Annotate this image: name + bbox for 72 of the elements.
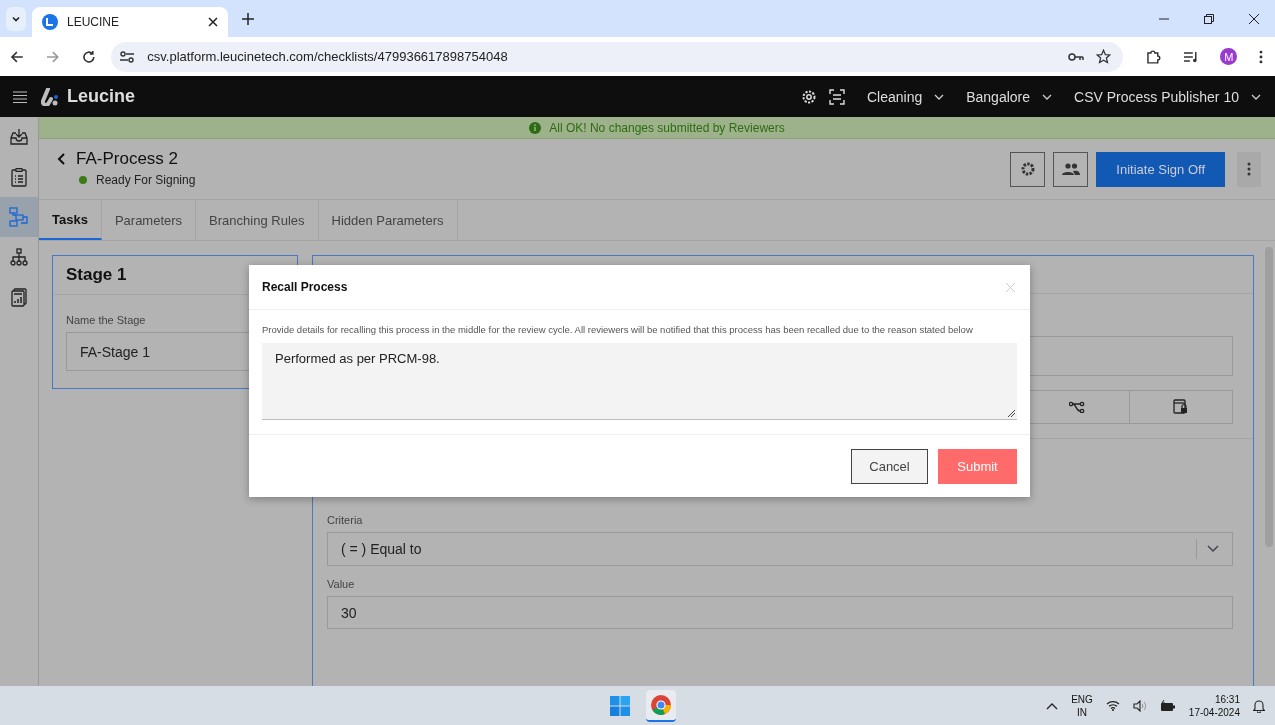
notification-bell-icon[interactable] — [1253, 698, 1265, 713]
field-label: Criteria — [327, 514, 364, 526]
browser-taskbar-button[interactable] — [646, 689, 676, 722]
forward-icon[interactable] — [45, 49, 60, 64]
initiate-sign-off-button[interactable]: Initiate Sign Off — [1096, 151, 1225, 187]
region-label[interactable]: IN — [1077, 705, 1087, 719]
chevron-down-icon — [1207, 545, 1219, 553]
cancel-button[interactable]: Cancel — [851, 448, 928, 484]
chevron-down-icon — [1042, 93, 1053, 100]
browser-icon — [650, 693, 672, 716]
criteria-dropdown[interactable]: ( = ) Equal to — [327, 532, 1233, 566]
selector-dropdown[interactable]: Cleaning — [866, 88, 945, 105]
browser-tab[interactable]: LEUCINE — [32, 7, 228, 37]
tab[interactable]: Branching Rules — [196, 200, 319, 240]
more-icon[interactable] — [1259, 49, 1263, 64]
users-icon — [1061, 163, 1080, 175]
back-icon[interactable] — [57, 153, 65, 165]
menu-icon[interactable] — [13, 90, 27, 103]
profile-avatar[interactable]: M — [1220, 48, 1238, 65]
restore-icon[interactable] — [1204, 14, 1214, 24]
users-button[interactable] — [1053, 151, 1089, 187]
resize-grip-icon[interactable] — [1007, 409, 1015, 417]
battery-icon[interactable] — [1159, 699, 1176, 712]
reason-textarea[interactable]: Performed as per PRCM-98. — [262, 343, 1017, 420]
chevron-down-icon — [934, 93, 945, 100]
settings-icon[interactable] — [800, 88, 817, 105]
reload-icon[interactable] — [81, 49, 96, 64]
checklist-icon[interactable] — [11, 167, 27, 187]
logo-icon — [41, 87, 61, 106]
clock-date[interactable]: 17-04-2024 — [1188, 705, 1240, 719]
more-icon — [1247, 162, 1251, 176]
locked-form-icon — [1173, 399, 1189, 415]
site-settings-icon[interactable] — [119, 49, 136, 64]
new-tab-icon[interactable] — [242, 13, 254, 25]
key-icon[interactable] — [1067, 51, 1084, 62]
star-icon[interactable] — [1095, 49, 1111, 64]
tab[interactable]: Hidden Parameters — [318, 200, 458, 240]
settings-button[interactable] — [1010, 151, 1046, 187]
wifi-icon[interactable] — [1105, 700, 1120, 711]
back-icon[interactable] — [10, 49, 24, 64]
language-label[interactable]: ENG — [1071, 692, 1093, 706]
puzzle-icon[interactable] — [1144, 48, 1161, 65]
info-icon — [529, 121, 542, 134]
inbox-icon[interactable] — [10, 128, 28, 146]
hierarchy-icon[interactable] — [10, 248, 28, 266]
chevron-up-icon[interactable] — [1046, 701, 1059, 710]
clock-time[interactable]: 16:31 — [1214, 692, 1240, 706]
field-label: Value — [327, 578, 356, 590]
status-label: Ready For Signing — [96, 173, 196, 187]
tab-list-icon[interactable] — [6, 7, 26, 31]
status-dot — [79, 176, 87, 184]
tab[interactable]: Tasks — [39, 200, 102, 240]
media-queue-icon[interactable] — [1182, 49, 1199, 64]
field-label: Name the Stage — [66, 314, 147, 326]
report-icon[interactable] — [11, 287, 27, 307]
site-logo-icon — [42, 14, 58, 30]
windows-start-icon[interactable] — [610, 695, 630, 716]
close-icon[interactable] — [208, 17, 218, 27]
selector-dropdown[interactable]: CSV Process Publisher 10 — [1074, 88, 1261, 105]
selector-dropdown[interactable]: Bangalore — [966, 88, 1053, 105]
tab[interactable]: Parameters — [101, 200, 197, 240]
brand-name: Leucine — [67, 86, 136, 107]
chevron-down-icon — [1251, 93, 1261, 100]
close-icon[interactable] — [1249, 14, 1259, 24]
scan-icon[interactable] — [828, 88, 845, 105]
settings-icon — [1019, 161, 1036, 177]
address-bar[interactable]: csv.platform.leucinetech.com/checklists/479936617898754048 — [111, 41, 1123, 72]
banner-message: All OK! No changes submitted by Reviewers — [549, 120, 785, 135]
branch-icon — [1069, 401, 1086, 413]
value-field[interactable]: 30 — [327, 596, 1233, 629]
speaker-icon[interactable] — [1132, 699, 1147, 712]
process-title: FA-Process 2 — [76, 149, 179, 169]
